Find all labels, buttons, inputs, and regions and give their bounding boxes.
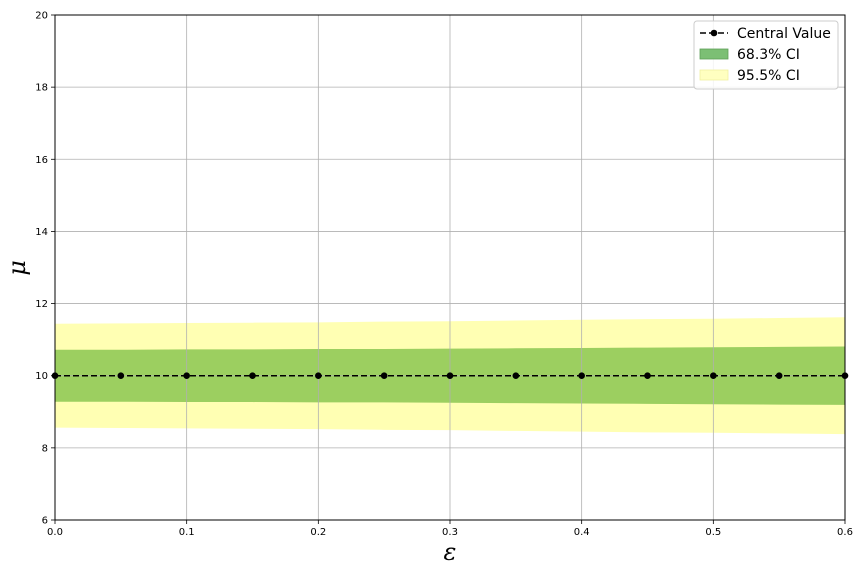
legend-swatch-patch-1 [699,48,729,60]
data-point-0-6 [446,372,454,380]
data-point-0-3 [249,372,256,380]
legend: Central Value 68.3% CI 95.5% CI [693,20,839,90]
data-point-0-11 [775,372,783,380]
y-tick-label-3: 12 [35,299,48,310]
y-tick-label-1: 8 [42,443,48,454]
y-axis-label: μ [3,260,31,276]
data-point-0-8 [578,372,585,380]
data-point-0-9 [644,372,651,380]
y-tick-label-7: 20 [35,11,48,22]
x-tick-label-1: 0.1 [179,527,195,538]
data-point-0-4 [315,372,322,380]
y-tick-label-0: 6 [42,516,48,527]
legend-label-2: 95.5% CI [737,68,800,84]
legend-swatch-marker-0 [710,29,718,37]
y-tick-label-6: 18 [35,83,48,94]
y-tick-label-4: 14 [35,227,48,238]
legend-swatch-patch-2 [699,69,729,81]
chart-canvas: 0.0 0.1 0.2 0.3 0.4 0.5 0.6 6 8 10 12 14 16 18 20 ε μ… [0,0,864,576]
x-tick-label-0: 0.0 [47,527,63,538]
data-point-0-7 [512,372,520,380]
data-point-0-10 [710,372,717,380]
x-tick-label-6: 0.6 [837,527,853,538]
y-tick-label-5: 16 [35,155,48,166]
x-tick-label-5: 0.5 [705,527,721,538]
legend-label-1: 68.3% CI [737,47,800,63]
y-tick-label-2: 10 [35,371,48,382]
data-point-0-5 [380,372,388,380]
legend-label-0: Central Value [737,26,831,42]
x-axis-label: ε [444,538,457,566]
x-tick-label-3: 0.3 [442,527,458,538]
x-tick-label-4: 0.4 [574,527,590,538]
data-point-0-1 [117,372,125,380]
x-tick-label-2: 0.2 [310,527,326,538]
data-point-0-2 [183,372,190,380]
